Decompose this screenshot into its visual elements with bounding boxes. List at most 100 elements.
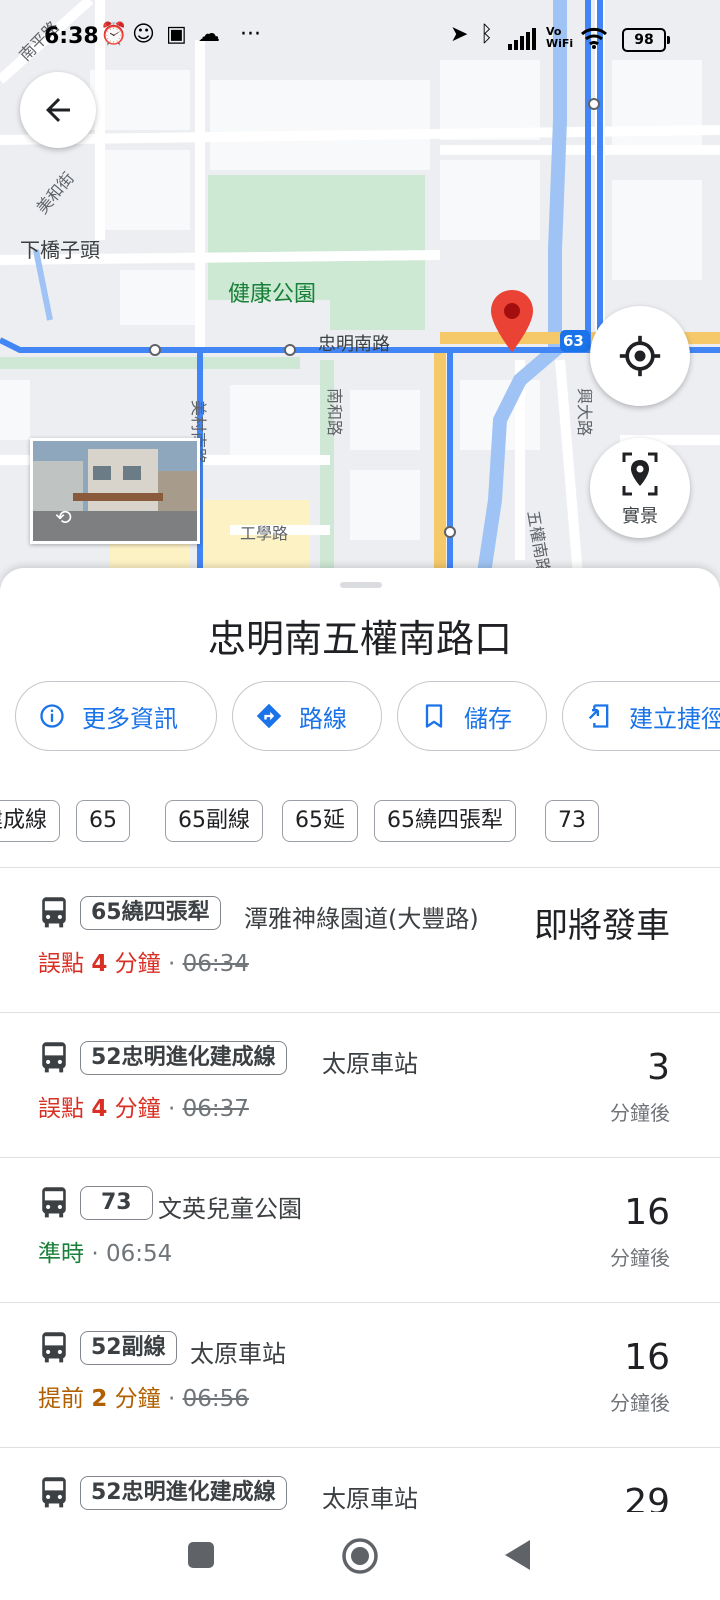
status-unit: 分鐘 (107, 1386, 161, 1412)
back-nav-icon[interactable] (502, 1538, 534, 1572)
status-text: 準時 (38, 1241, 84, 1267)
route-filter-label: 65副線 (178, 808, 250, 833)
separator: · (167, 951, 183, 977)
app-notification-icon: ☁ (198, 22, 220, 47)
separator: · (91, 1241, 106, 1267)
bluetooth-icon: ᛒ (480, 22, 494, 47)
scheduled-time: 06:37 (182, 1096, 249, 1122)
location-pin-icon[interactable] (488, 288, 536, 354)
place-sheet[interactable]: 忠明南五權南路口 更多資訊 路線 儲存 建立捷徑 建成線 65 65副線 65延 (0, 568, 720, 1600)
vowifi-icon: Vo WiFi (546, 25, 574, 50)
route-filter-chip[interactable]: 65繞四張犁 (374, 800, 516, 842)
more-info-button[interactable]: 更多資訊 (15, 681, 217, 751)
route-filter-chip[interactable]: 65副線 (165, 800, 263, 842)
route-shield-label: 63 (563, 332, 584, 350)
route-filter-label: 73 (558, 808, 586, 833)
departure-row[interactable]: 65繞四張犁 潭雅神綠園道(大豐路) 誤點 4 分鐘 · 06:34 即將發車 (0, 868, 720, 1012)
separator: · (167, 1096, 183, 1122)
separator: · (167, 1386, 183, 1412)
back-button[interactable] (20, 72, 96, 148)
route-filter-chip[interactable]: 建成線 (0, 800, 60, 842)
create-shortcut-label: 建立捷徑 (629, 704, 720, 733)
eta-unit: 分鐘後 (610, 1246, 670, 1270)
sheet-drag-handle[interactable] (340, 582, 382, 588)
map-label-gongxue: 工學路 (240, 524, 289, 543)
directions-icon (255, 702, 283, 730)
more-notifications-icon: ··· (240, 22, 261, 47)
map-label-nanhe: 南和路 (325, 387, 345, 437)
battery-indicator: 98 (622, 28, 670, 52)
departure-row[interactable]: 73 文英兒童公園 準時 · 06:54 16 分鐘後 (0, 1158, 720, 1302)
status-unit: 分鐘 (107, 951, 161, 977)
directions-button[interactable]: 路線 (232, 681, 382, 751)
destination-label: 潭雅神綠園道(大豐路) (244, 905, 479, 933)
route-filter-label: 65繞四張犁 (387, 808, 503, 833)
bus-icon (42, 1332, 66, 1363)
live-view-button[interactable]: 實景 (590, 438, 690, 538)
destination-label: 太原車站 (322, 1050, 418, 1078)
crosshair-icon (619, 335, 661, 377)
save-button[interactable]: 儲存 (397, 681, 547, 751)
status-minutes: 4 (91, 1096, 108, 1122)
map-label-zhongming: 忠明南路 (318, 334, 390, 355)
system-navigation-bar (0, 1512, 720, 1600)
live-view-icon (622, 452, 658, 496)
bus-icon (42, 1042, 66, 1073)
route-number-badge: 52忠明進化建成線 (80, 1041, 287, 1075)
destination-label: 太原車站 (190, 1340, 286, 1368)
live-view-label: 實景 (622, 506, 658, 527)
bus-icon (42, 1477, 66, 1508)
route-number-badge: 52副線 (80, 1331, 177, 1365)
create-shortcut-button[interactable]: 建立捷徑 (562, 681, 720, 751)
destination-label: 太原車站 (322, 1485, 418, 1513)
eta-minutes: 3 (647, 1047, 670, 1088)
delay-status: 誤點 4 分鐘 · 06:34 (38, 944, 249, 978)
status-time: 6:38 (44, 24, 99, 49)
map-view[interactable]: 63 南平路 美和街 下橋子頭 健康公園 忠明南路 美村南路 南和路 興大路 工… (0, 0, 720, 600)
eta-unit: 分鐘後 (610, 1101, 670, 1125)
destination-label: 文英兒童公園 (158, 1195, 302, 1223)
eta-label: 即將發車 (534, 906, 670, 946)
home-icon[interactable] (340, 1536, 380, 1576)
bus-icon (42, 897, 66, 928)
place-title: 忠明南五權南路口 (207, 617, 512, 661)
map-label-park: 健康公園 (228, 282, 317, 307)
alarm-icon: ⏰ (100, 22, 128, 47)
smiley-icon: ☺ (132, 22, 155, 47)
eta-unit: 分鐘後 (610, 1391, 670, 1415)
status-text: 誤點 (38, 951, 92, 977)
route-filter-chip[interactable]: 65 (76, 800, 130, 842)
recents-icon[interactable] (186, 1540, 216, 1570)
route-filter-chip[interactable]: 65延 (282, 800, 358, 842)
wifi-icon (581, 27, 607, 49)
eta-minutes: 16 (624, 1192, 670, 1233)
arrow-left-icon (46, 98, 70, 122)
route-filter-label: 65 (89, 808, 117, 833)
departure-row[interactable]: 52副線 太原車站 提前 2 分鐘 · 06:56 16 分鐘後 (0, 1303, 720, 1447)
departure-row[interactable]: 52忠明進化建成線 太原車站 誤點 4 分鐘 · 06:37 3 分鐘後 (0, 1013, 720, 1157)
street-view-thumbnail[interactable]: ⟲ (30, 438, 200, 544)
directions-label: 路線 (299, 704, 347, 733)
location-arrow-icon: ➤ (450, 22, 469, 47)
status-text: 誤點 (38, 1096, 92, 1122)
save-label: 儲存 (464, 704, 512, 733)
route-filter-chip[interactable]: 73 (545, 800, 599, 842)
my-location-button[interactable] (590, 306, 690, 406)
status-text: 提前 (38, 1386, 92, 1412)
status-minutes: 2 (91, 1386, 108, 1412)
more-info-label: 更多資訊 (82, 704, 178, 733)
signal-icon (508, 28, 536, 50)
scheduled-time: 06:34 (182, 951, 249, 977)
route-number-badge: 52忠明進化建成線 (80, 1476, 287, 1510)
bookmark-icon (420, 702, 448, 730)
scheduled-time: 06:56 (182, 1386, 249, 1412)
map-label-xingda: 興大路 (575, 387, 595, 437)
bus-icon (42, 1187, 66, 1218)
bus-notification-icon: ▣ (166, 22, 187, 47)
status-unit: 分鐘 (107, 1096, 161, 1122)
eta-minutes: 16 (624, 1337, 670, 1378)
status-minutes: 4 (91, 951, 108, 977)
early-status: 提前 2 分鐘 · 06:56 (38, 1379, 249, 1413)
on-time-status: 準時 · 06:54 (38, 1234, 172, 1268)
route-number-badge: 73 (80, 1186, 153, 1220)
